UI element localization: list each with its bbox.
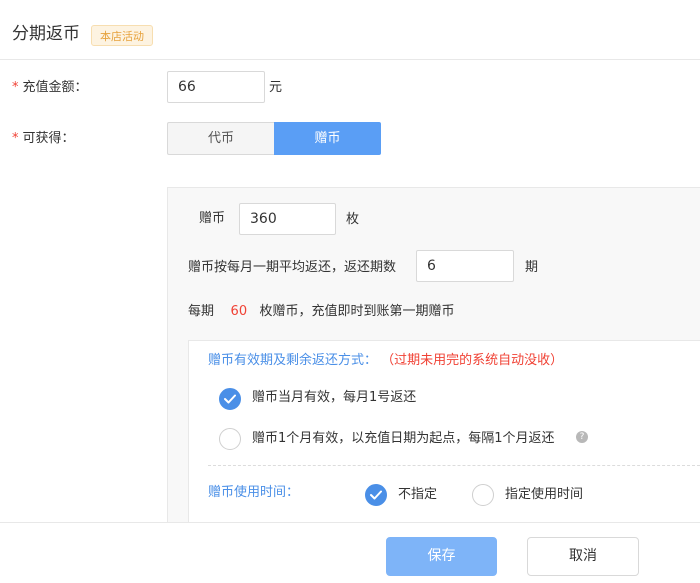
store-activity-badge: 本店活动 (91, 25, 153, 46)
token-option-button[interactable]: 代币 (167, 122, 274, 155)
divider (208, 465, 700, 466)
per-period-amount: 60 (230, 304, 248, 319)
coins-label: 赠币 (199, 211, 226, 226)
required-mark: * (12, 80, 19, 95)
validity-title-text: 赠币有效期及剩余返还方式： (208, 353, 378, 368)
validity-option-2-label[interactable]: 赠币1个月有效，以充值日期为起点，每隔1个月返还 (252, 429, 555, 449)
validity-option-2-radio[interactable] (219, 428, 241, 450)
amount-unit: 元 (269, 80, 283, 95)
periods-input[interactable] (416, 250, 514, 282)
usage-specified-radio[interactable] (472, 484, 494, 506)
validity-option-1-radio[interactable] (219, 388, 241, 410)
validity-title: 赠币有效期及剩余返还方式： （过期未用完的系统自动没收） (208, 351, 563, 371)
summary-prefix: 每期 (188, 304, 215, 319)
periods-unit: 期 (525, 260, 539, 275)
page-header: 分期返币 本店活动 (0, 0, 700, 60)
amount-label-text: 充值金额： (22, 80, 88, 95)
save-button[interactable]: 保存 (386, 537, 497, 576)
usage-specified-label[interactable]: 指定使用时间 (505, 485, 583, 505)
required-mark: * (12, 131, 19, 146)
check-icon (370, 490, 382, 500)
obtain-label: * 可获得： (12, 129, 75, 149)
bonus-coin-option-button[interactable]: 赠币 (274, 122, 381, 155)
validity-option-1-label[interactable]: 赠币当月有效，每月1号返还 (252, 388, 416, 408)
amount-label: * 充值金额： (12, 78, 88, 98)
coins-unit: 枚 (346, 212, 360, 227)
usage-unspecified-radio[interactable] (365, 484, 387, 506)
periods-label: 赠币按每月一期平均返还，返还期数 (188, 260, 397, 275)
summary-suffix: 枚赠币，充值即时到账第一期赠币 (259, 304, 455, 319)
usage-unspecified-label[interactable]: 不指定 (398, 485, 437, 505)
coins-input[interactable] (239, 203, 336, 235)
obtain-label-text: 可获得： (22, 131, 75, 146)
amount-input[interactable] (167, 71, 265, 103)
question-icon[interactable]: ? (576, 431, 588, 443)
check-icon (224, 394, 236, 404)
cancel-button[interactable]: 取消 (527, 537, 639, 576)
validity-note: （过期未用完的系统自动没收） (381, 353, 564, 368)
per-period-summary: 每期 60 枚赠币，充值即时到账第一期赠币 (188, 302, 455, 322)
usage-time-title: 赠币使用时间： (208, 485, 300, 500)
page-title: 分期返币 (12, 24, 80, 44)
obtain-type-toggle: 代币 赠币 (167, 122, 381, 155)
